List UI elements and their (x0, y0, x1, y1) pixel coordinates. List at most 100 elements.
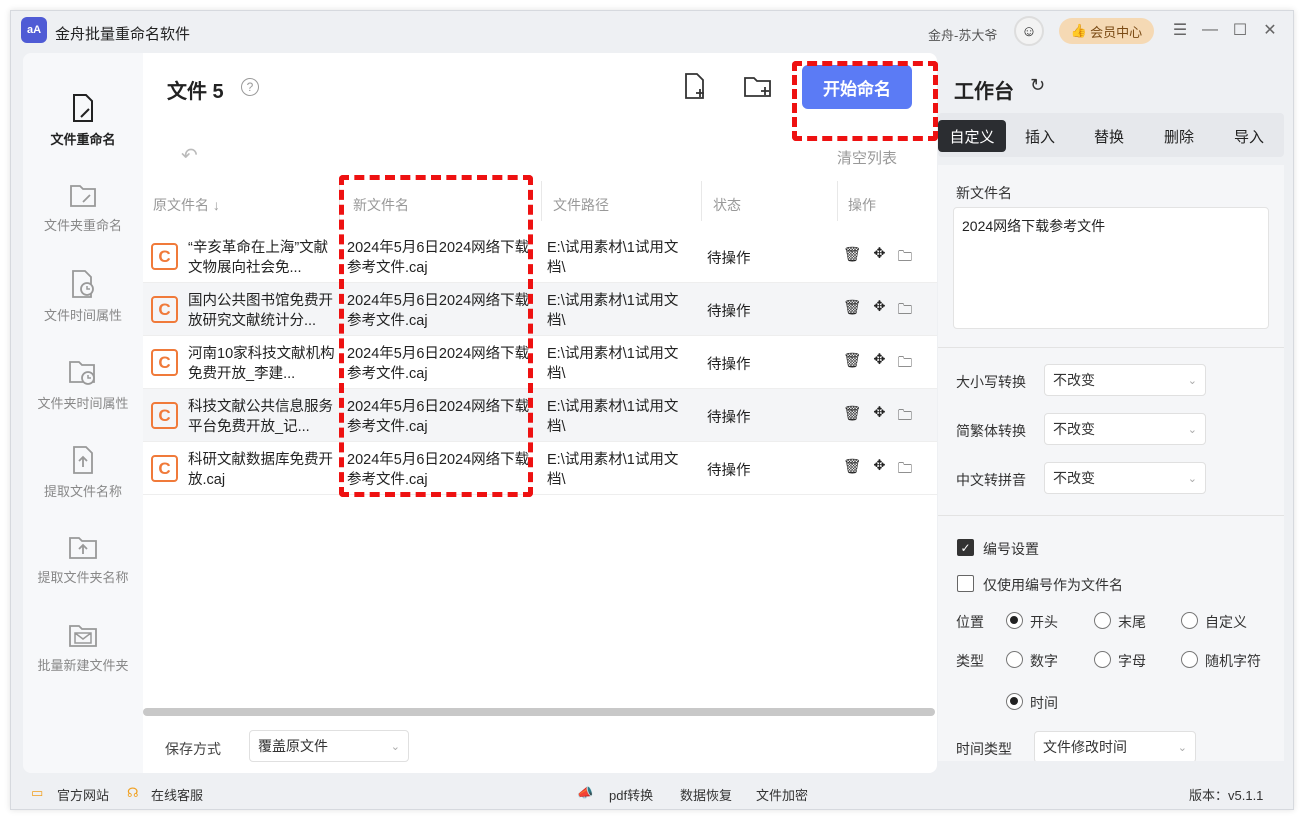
original-name: 科研文献数据库免费开放.caj (188, 452, 333, 488)
sidebar-item-label: 批量新建文件夹 (37, 658, 129, 673)
start-rename-button[interactable]: 开始命名 (802, 65, 912, 109)
move-icon[interactable]: ✥ (873, 299, 885, 324)
help-icon[interactable]: ? (241, 78, 259, 96)
app-window: aA 金舟批量重命名软件 金舟-苏大爷 ☺ 👍 会员中心 ☰ — ☐ ✕ 文件重命… (10, 10, 1294, 810)
vip-label: 会员中心 (1090, 24, 1143, 40)
delete-icon[interactable]: 🗑 (843, 352, 861, 377)
move-icon[interactable]: ✥ (873, 405, 885, 430)
tab-import[interactable]: 导入 (1214, 120, 1284, 152)
chevron-down-icon: ⌄ (1187, 374, 1197, 387)
vip-center-button[interactable]: 👍 会员中心 (1059, 18, 1154, 44)
sidebar-item-file-time[interactable]: 文件时间属性 (23, 269, 143, 324)
col-original-name[interactable]: 原文件名 ↓ (153, 195, 220, 215)
save-mode-select[interactable]: 覆盖原文件 ⌄ (249, 730, 409, 762)
workbench-title: 工作台 (954, 81, 1014, 103)
delete-icon[interactable]: 🗑 (843, 458, 861, 483)
position-custom-radio[interactable] (1181, 612, 1198, 629)
avatar[interactable]: ☺ (1014, 16, 1044, 46)
clear-list-button[interactable]: 清空列表 (837, 147, 897, 168)
file-path: E:\试用素材\1试用文档\ (547, 240, 679, 276)
open-folder-icon[interactable]: 🗀 (898, 246, 913, 271)
official-site-link[interactable]: 官方网站 (57, 785, 109, 804)
refresh-icon[interactable]: ↻ (1030, 75, 1045, 96)
new-name-input[interactable]: 2024网络下载参考文件 (953, 207, 1269, 329)
delete-icon[interactable]: 🗑 (843, 405, 861, 430)
position-start-radio[interactable] (1006, 612, 1023, 629)
move-icon[interactable]: ✥ (873, 352, 885, 377)
new-name: 2024年5月6日2024网络下载参考文件.caj (347, 346, 530, 382)
type-time-radio[interactable] (1006, 693, 1023, 710)
pdf-convert-link[interactable]: pdf转换 (609, 785, 653, 804)
new-name: 2024年5月6日2024网络下载参考文件.caj (347, 240, 530, 276)
table-row[interactable]: C 国内公共图书馆免费开放研究文献统计分... 2024年5月6日2024网络下… (143, 283, 937, 336)
delete-icon[interactable]: 🗑 (843, 246, 861, 271)
undo-icon[interactable]: ↶ (181, 143, 198, 168)
type-letter-radio[interactable] (1094, 651, 1111, 668)
tab-custom[interactable]: 自定义 (938, 120, 1006, 152)
col-new-name: 新文件名 (353, 197, 409, 213)
type-random-radio[interactable] (1181, 651, 1198, 668)
position-custom-label: 自定义 (1205, 614, 1247, 630)
case-select[interactable]: 不改变 ⌄ (1044, 364, 1206, 396)
menu-icon[interactable]: ☰ (1170, 20, 1190, 40)
type-number-radio[interactable] (1006, 651, 1023, 668)
table-row[interactable]: C “辛亥革命在上海”文献文物展向社会免... 2024年5月6日2024网络下… (143, 230, 937, 283)
caj-file-icon: C (151, 402, 178, 429)
chevron-down-icon: ⌄ (1177, 741, 1187, 754)
new-name-label: 新文件名 (956, 185, 1012, 201)
open-folder-icon[interactable]: 🗀 (898, 299, 913, 324)
numbering-checkbox[interactable]: ✓ (957, 539, 974, 556)
headset-icon: ☊ (127, 785, 139, 800)
folder-clock-icon (69, 361, 95, 385)
table-row[interactable]: C 科研文献数据库免费开放.caj 2024年5月6日2024网络下载参考文件.… (143, 442, 937, 495)
table-header: 原文件名 ↓ 新文件名 文件路径 状态 操作 (143, 171, 937, 227)
tab-replace[interactable]: 替换 (1074, 120, 1144, 152)
sidebar-item-extract-file[interactable]: 提取文件名称 (23, 445, 143, 500)
time-type-select[interactable]: 文件修改时间 ⌄ (1034, 731, 1196, 761)
title-bar: aA 金舟批量重命名软件 金舟-苏大爷 ☺ 👍 会员中心 ☰ — ☐ ✕ (11, 11, 1293, 51)
sidebar-item-folder-rename[interactable]: 文件夹重命名 (23, 181, 143, 234)
file-edit-icon (73, 94, 93, 122)
trad-value: 不改变 (1053, 421, 1095, 437)
chevron-down-icon: ⌄ (1187, 423, 1197, 436)
sidebar-item-file-rename[interactable]: 文件重命名 (23, 93, 143, 148)
thumb-icon: 👍 (1070, 23, 1088, 38)
table-row[interactable]: C 河南10家科技文献机构免费开放_李建... 2024年5月6日2024网络下… (143, 336, 937, 389)
file-encrypt-link[interactable]: 文件加密 (756, 785, 808, 804)
trad-select[interactable]: 不改变 ⌄ (1044, 413, 1206, 445)
sidebar-item-extract-folder[interactable]: 提取文件夹名称 (23, 533, 143, 586)
open-folder-icon[interactable]: 🗀 (898, 405, 913, 430)
table-row[interactable]: C 科技文献公共信息服务平台免费开放_记... 2024年5月6日2024网络下… (143, 389, 937, 442)
original-name: “辛亥革命在上海”文献文物展向社会免... (188, 240, 329, 276)
sidebar-item-folder-time[interactable]: 文件夹时间属性 (23, 357, 143, 412)
add-file-icon[interactable] (680, 71, 710, 101)
chevron-down-icon: ⌄ (1187, 472, 1197, 485)
file-path: E:\试用素材\1试用文档\ (547, 346, 679, 382)
maximize-icon[interactable]: ☐ (1230, 20, 1250, 40)
col-state: 状态 (713, 197, 741, 213)
move-icon[interactable]: ✥ (873, 458, 885, 483)
position-end-radio[interactable] (1094, 612, 1111, 629)
move-icon[interactable]: ✥ (873, 246, 885, 271)
app-logo-icon: aA (21, 17, 47, 43)
online-service-link[interactable]: 在线客服 (151, 785, 203, 804)
numbering-label: 编号设置 (983, 541, 1039, 557)
page-title: 文件 5 (167, 81, 224, 103)
delete-icon[interactable]: 🗑 (843, 299, 861, 324)
open-folder-icon[interactable]: 🗀 (898, 352, 913, 377)
data-recovery-link[interactable]: 数据恢复 (680, 785, 732, 804)
tab-insert[interactable]: 插入 (1006, 120, 1074, 152)
open-folder-icon[interactable]: 🗀 (898, 458, 913, 483)
sidebar-item-batch-folder[interactable]: 批量新建文件夹 (23, 621, 143, 674)
new-name: 2024年5月6日2024网络下载参考文件.caj (347, 452, 530, 488)
minimize-icon[interactable]: — (1200, 20, 1220, 40)
horizontal-scrollbar[interactable] (143, 708, 935, 716)
user-name[interactable]: 金舟-苏大爷 (928, 25, 997, 44)
footer-bar: ▭ 官方网站 ☊ 在线客服 📣 pdf转换 数据恢复 文件加密 版本：v5.1.… (11, 773, 1293, 809)
add-folder-icon[interactable] (743, 71, 773, 101)
pinyin-label: 中文转拼音 (956, 472, 1026, 488)
tab-delete[interactable]: 删除 (1144, 120, 1214, 152)
only-number-checkbox[interactable] (957, 575, 974, 592)
close-icon[interactable]: ✕ (1260, 20, 1280, 40)
pinyin-select[interactable]: 不改变 ⌄ (1044, 462, 1206, 494)
